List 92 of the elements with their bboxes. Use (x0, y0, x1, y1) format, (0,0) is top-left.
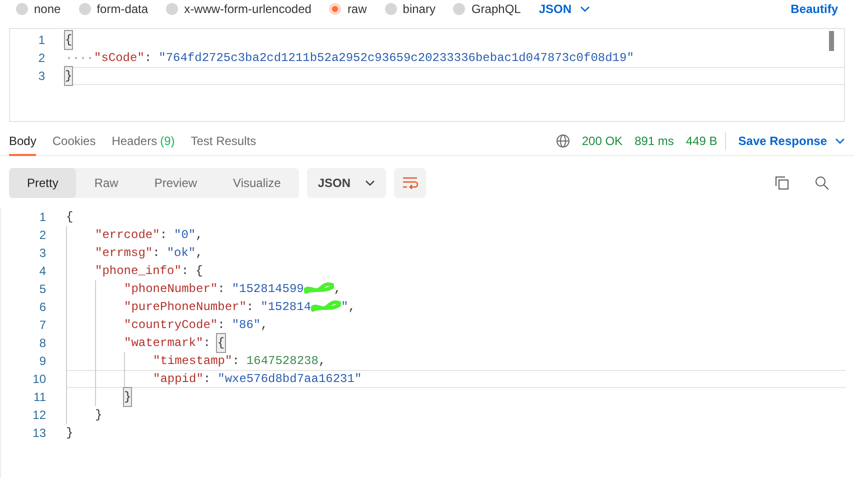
wrap-lines-button[interactable] (394, 168, 426, 198)
response-format-dropdown[interactable]: JSON (306, 168, 386, 198)
line-number: 5 (38, 281, 47, 298)
wrap-icon (402, 177, 418, 189)
view-tab[interactable]: Visualize (215, 168, 299, 198)
line-number: 1 (38, 209, 47, 226)
line-number: 11 (32, 389, 47, 406)
view-tab[interactable]: Preview (136, 168, 216, 198)
code-token: , (334, 281, 342, 298)
chevron-icon (364, 180, 375, 186)
body-type-radio[interactable]: none (16, 0, 61, 18)
code-token: "watermark" (124, 335, 204, 352)
code-token: , (348, 299, 356, 316)
code-token: : (152, 245, 160, 262)
code-token: : (181, 263, 189, 280)
code-token: } (66, 425, 74, 442)
code-token: { (217, 334, 225, 352)
code-token: , (260, 317, 268, 334)
code-token: , (196, 245, 203, 262)
beautify-link[interactable]: Beautify (790, 0, 838, 18)
code-token: , (196, 227, 203, 244)
response-time: 891 ms (634, 133, 674, 150)
code-token: "phone_info" (95, 263, 182, 280)
copy-icon[interactable] (775, 176, 789, 190)
body-type-radio[interactable]: binary (384, 0, 436, 18)
code-token: , (318, 353, 326, 370)
code-token: : (160, 227, 168, 244)
code-token: "errmsg" (95, 245, 153, 262)
response-size: 449 B (686, 132, 726, 150)
line-number: 3 (38, 245, 47, 262)
body-type-radio[interactable]: GraphQL (453, 0, 521, 18)
search-icon[interactable] (815, 176, 829, 190)
code-token: : (246, 299, 254, 316)
code-token: : (144, 50, 152, 67)
response-tab[interactable]: Test Results (190, 132, 256, 156)
line-number: 3 (37, 68, 46, 85)
line-number: 9 (38, 353, 47, 370)
line-number: 4 (38, 263, 47, 280)
line-number: 7 (38, 317, 47, 334)
code-token: : (203, 371, 211, 388)
body-type-radio[interactable]: x-www-form-urlencoded (166, 0, 312, 18)
code-token: "152814599 (232, 281, 304, 298)
line-number: 12 (32, 407, 47, 424)
code-token: : (218, 317, 225, 334)
globe-icon (556, 134, 570, 148)
line-number: 10 (32, 371, 47, 388)
code-token: { (196, 263, 203, 280)
format-dropdown[interactable]: JSON (538, 0, 590, 18)
view-tab[interactable]: Pretty (9, 168, 76, 198)
chevron-icon (580, 6, 590, 12)
line-number: 8 (38, 335, 47, 352)
line-number: 6 (38, 299, 47, 316)
code-token: "sCode" (94, 50, 144, 67)
save-response-button[interactable]: Save Response (738, 132, 845, 150)
scribble-mark (311, 300, 342, 314)
status-code: 200 OK (582, 133, 623, 150)
code-token: 1647528238 (246, 353, 318, 370)
line-number: 2 (37, 50, 46, 67)
view-tab[interactable]: Raw (76, 168, 136, 198)
request-editor[interactable]: 1 { 2 "sCode": "764fd2725c3ba2cd1211b52a2952c93659c20233336bebac1d047873c0f08d19" 3 } (9, 28, 845, 122)
code-token: { (65, 31, 72, 49)
scrollbar (829, 31, 834, 51)
code-token: "purePhoneNumber" (124, 299, 246, 316)
code-token: "764fd2725c3ba2cd1211b52a2952c93659c20233336bebac1d047873c0f08d19" (158, 50, 634, 67)
code-token: " (341, 299, 348, 316)
response-tab[interactable]: Cookies (52, 132, 96, 156)
code-token: "appid" (153, 371, 204, 388)
code-token: } (65, 67, 72, 85)
code-token: : (203, 335, 210, 352)
response-tab[interactable]: Body (9, 132, 36, 156)
code-token: } (95, 407, 102, 424)
code-token: "wxe576d8bd7aa16231" (218, 371, 362, 388)
code-token: "ok" (166, 245, 196, 262)
code-token: : (218, 281, 225, 298)
body-type-radio[interactable]: raw (329, 0, 367, 18)
code-token: "0" (174, 227, 196, 244)
code-token: "86" (232, 317, 261, 334)
code-token: "timestamp" (153, 353, 232, 370)
chevron-icon (835, 138, 845, 144)
scribble-mark (304, 282, 334, 296)
line-number: 1 (37, 32, 46, 49)
code-token: } (124, 388, 132, 406)
code-token: { (66, 209, 74, 226)
line-number: 13 (32, 425, 47, 442)
code-token: : (232, 353, 240, 370)
response-tab[interactable]: Headers (9) (112, 132, 175, 156)
code-token: "countryCode" (124, 317, 218, 334)
line-number: 2 (38, 227, 47, 244)
code-token: "errcode" (95, 227, 160, 244)
body-type-radio[interactable]: form-data (78, 0, 148, 18)
code-token: "phoneNumber" (124, 281, 218, 298)
code-token: "152814 (260, 299, 312, 316)
